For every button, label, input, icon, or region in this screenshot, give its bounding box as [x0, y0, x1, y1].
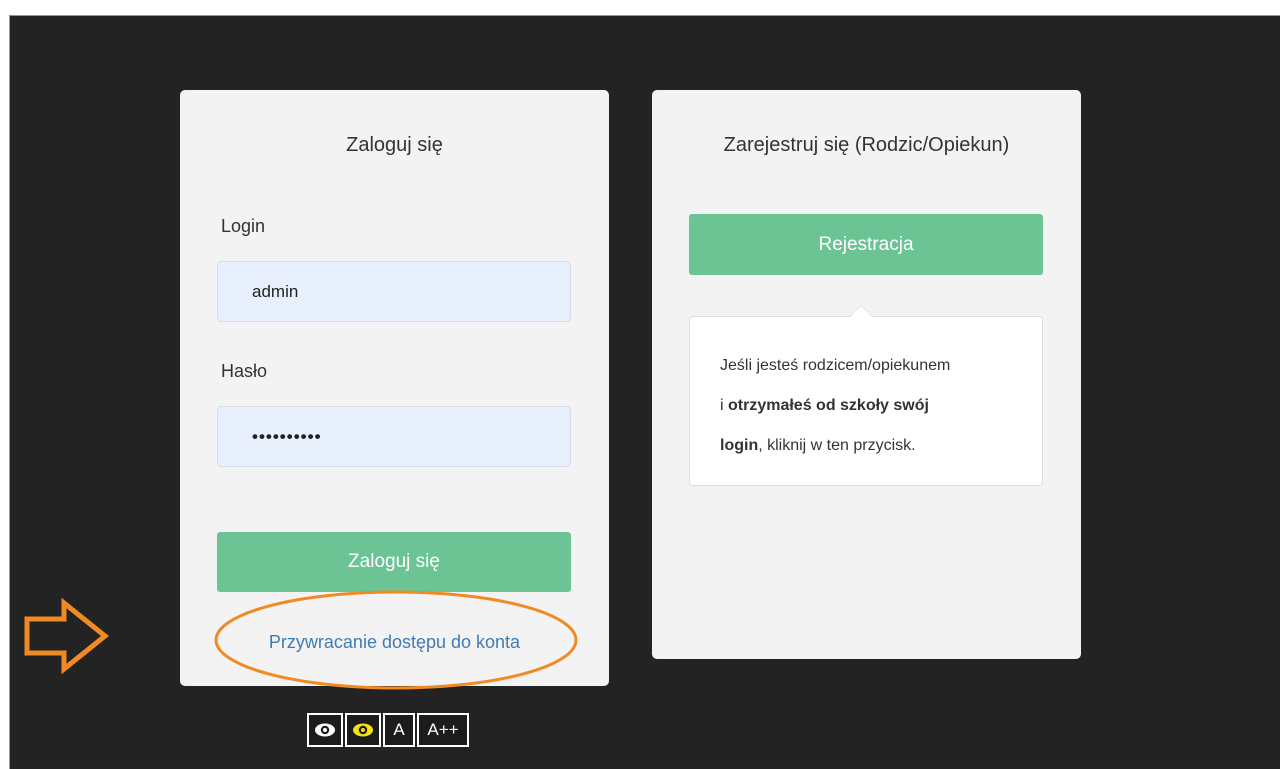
password-input[interactable] — [217, 406, 571, 467]
login-card: Zaloguj się Login Hasło Zaloguj się Przy… — [180, 90, 609, 686]
popover-text-line-1: Jeśli jesteś rodzicem/opiekunem — [720, 357, 951, 374]
page-background: Zaloguj się Login Hasło Zaloguj się Przy… — [9, 15, 1280, 769]
popover-text-prefix: i — [720, 397, 728, 414]
register-card: Zarejestruj się (Rodzic/Opiekun) Rejestr… — [652, 90, 1081, 659]
register-button[interactable]: Rejestracja — [689, 214, 1043, 275]
login-input[interactable] — [217, 261, 571, 322]
font-normal-button[interactable]: A — [383, 713, 415, 747]
font-large-button[interactable]: A++ — [417, 713, 469, 747]
eye-icon — [315, 723, 335, 737]
popover-text-bold-1: otrzymałeś od szkoły swój — [728, 397, 929, 414]
recover-access-link[interactable]: Przywracanie dostępu do konta — [180, 632, 609, 653]
login-label: Login — [221, 216, 266, 236]
eye-yellow-icon — [353, 723, 373, 737]
popover-text-suffix: , kliknij w ten przycisk. — [758, 437, 916, 454]
login-card-title: Zaloguj się — [346, 134, 443, 156]
password-label: Hasło — [221, 361, 268, 381]
contrast-toggle-button[interactable] — [307, 713, 343, 747]
yellow-contrast-toggle-button[interactable] — [345, 713, 381, 747]
popover-text-bold-2: login — [720, 437, 759, 454]
register-info-popover: Jeśli jesteś rodzicem/opiekunem i otrzym… — [689, 305, 1043, 486]
register-card-title: Zarejestruj się (Rodzic/Opiekun) — [723, 134, 1010, 156]
popover-arrow — [849, 305, 873, 317]
login-submit-button[interactable]: Zaloguj się — [217, 532, 571, 592]
accessibility-toolbar: A A++ — [307, 713, 469, 747]
